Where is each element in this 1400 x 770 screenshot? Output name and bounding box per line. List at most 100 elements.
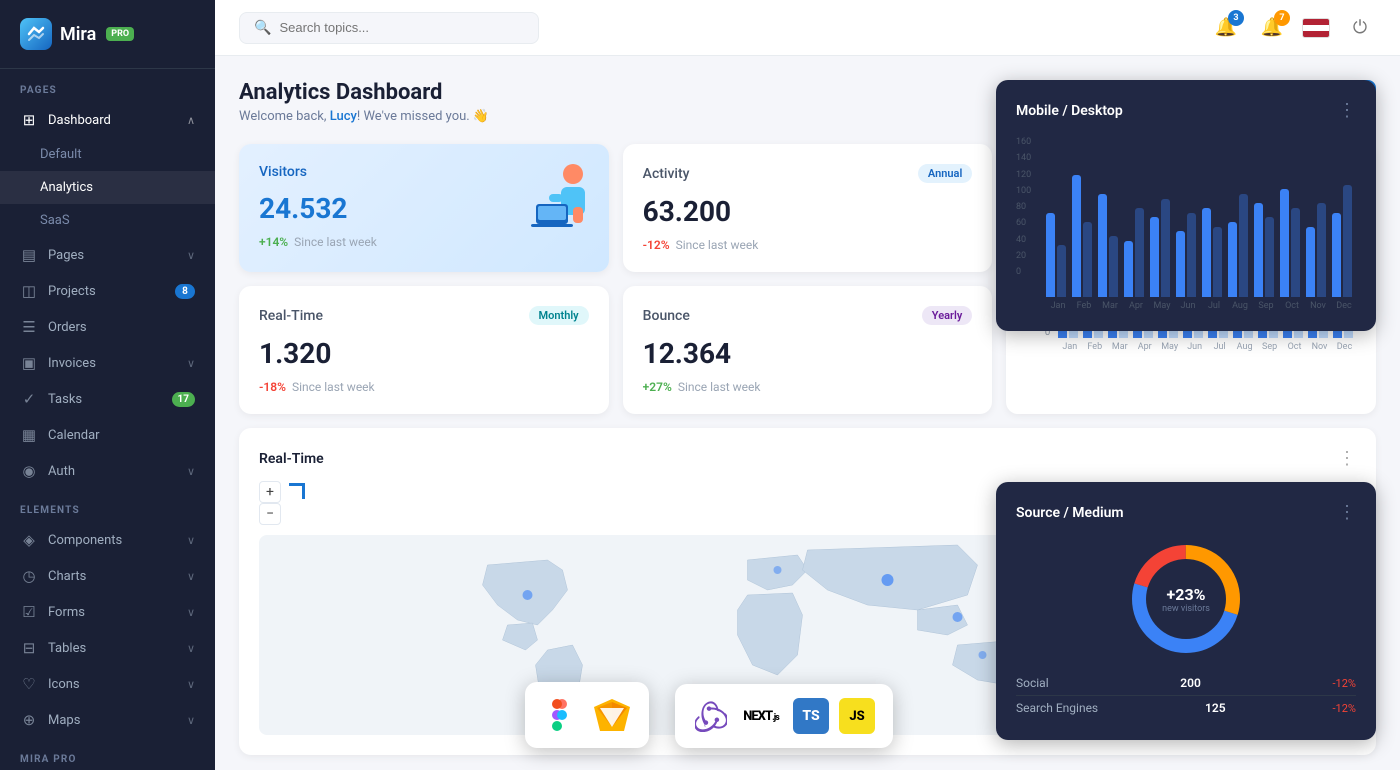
- sidebar-item-dashboard[interactable]: ⊞ Dashboard ∧: [0, 102, 215, 138]
- sidebar-label-icons: Icons: [48, 677, 80, 692]
- x-label-2: Mar: [1108, 342, 1131, 352]
- nextjs-logo: NEXT.js: [739, 705, 783, 727]
- sidebar-label-components: Components: [48, 533, 122, 548]
- sidebar-item-components[interactable]: ◈ Components ∨: [0, 522, 215, 558]
- visitors-card: Visitors 24.532: [239, 144, 609, 272]
- search-box[interactable]: 🔍: [239, 12, 539, 44]
- map-flag-indicator: [289, 483, 305, 499]
- tables-icon: ⊟: [20, 639, 38, 657]
- sidebar-label-auth: Auth: [48, 464, 75, 479]
- sidebar-item-tasks[interactable]: ✓ Tasks 17: [0, 381, 215, 417]
- map-zoom-out[interactable]: −: [259, 503, 281, 525]
- components-icon: ◈: [20, 531, 38, 549]
- projects-badge: 8: [175, 284, 195, 299]
- map-title: Real-Time: [259, 451, 324, 467]
- dark-bar-dark-6: [1202, 208, 1211, 297]
- dark-bar-dark-2: [1098, 194, 1107, 297]
- dark-bar-dark-5: [1176, 231, 1185, 297]
- dark-x-labels: JanFebMarAprMayJunJulAugSepOctNovDec: [1016, 301, 1356, 311]
- sidebar-item-tables[interactable]: ⊟ Tables ∨: [0, 630, 215, 666]
- chevron-charts-icon: ∨: [187, 570, 195, 583]
- javascript-logo: JS: [839, 698, 875, 734]
- dark-bar-group-9: [1280, 189, 1304, 297]
- page-title: Analytics Dashboard: [239, 80, 489, 105]
- icons-icon: ♡: [20, 675, 38, 693]
- source-more-icon[interactable]: ⋮: [1338, 502, 1356, 523]
- chevron-auth-icon: ∨: [187, 465, 195, 478]
- dark-bar-group-4: [1150, 199, 1174, 297]
- search-input[interactable]: [279, 20, 524, 35]
- sidebar-item-calendar[interactable]: ▦ Calendar: [0, 417, 215, 453]
- sidebar-label-projects: Projects: [48, 284, 96, 299]
- sidebar-item-default[interactable]: Default: [0, 138, 215, 171]
- sidebar-label-orders: Orders: [48, 320, 87, 335]
- notifications-button[interactable]: 🔔 3: [1210, 12, 1242, 44]
- sidebar-item-invoices[interactable]: ▣ Invoices ∨: [0, 345, 215, 381]
- visitors-title: Visitors: [259, 164, 307, 180]
- maps-icon: ⊕: [20, 711, 38, 729]
- map-more-icon[interactable]: ⋮: [1338, 448, 1356, 469]
- sidebar-item-analytics[interactable]: Analytics: [0, 171, 215, 204]
- dark-bar-group-11: [1332, 185, 1356, 298]
- sidebar-item-charts[interactable]: ◷ Charts ∨: [0, 558, 215, 594]
- typescript-logo: TS: [793, 698, 829, 734]
- dark-y-axis: 160 140 120 100 80 60 40 20 0: [1016, 137, 1031, 277]
- dark-bar-light-1: [1083, 222, 1092, 297]
- dark-bar-light-9: [1291, 208, 1300, 297]
- dark-bar-light-2: [1109, 236, 1118, 297]
- chevron-forms-icon: ∨: [187, 606, 195, 619]
- redux-logo: [693, 698, 729, 734]
- page-subtitle: Welcome back, Lucy! We've missed you. 👋: [239, 109, 489, 124]
- sidebar-logo[interactable]: Mira PRO: [0, 0, 215, 69]
- dark-x-label-2: Mar: [1098, 301, 1122, 311]
- dark-bar-group-10: [1306, 203, 1330, 297]
- dark-bar-chart: 160 140 120 100 80 60 40 20 0: [1016, 137, 1356, 297]
- dark-chart-more-icon[interactable]: ⋮: [1338, 100, 1356, 121]
- chevron-pages-icon: ∨: [187, 249, 195, 262]
- x-label-11: Dec: [1333, 342, 1356, 352]
- sidebar-item-icons[interactable]: ♡ Icons ∨: [0, 666, 215, 702]
- notif-badge-2: 7: [1274, 10, 1290, 26]
- source-social-name: Social: [1016, 676, 1049, 690]
- dark-bar-group-1: [1072, 175, 1096, 297]
- sidebar-item-orders[interactable]: ☰ Orders: [0, 309, 215, 345]
- language-flag[interactable]: [1302, 18, 1330, 38]
- sidebar-label-maps: Maps: [48, 713, 80, 728]
- bounce-value: 12.364: [643, 337, 973, 370]
- x-label-0: Jan: [1058, 342, 1081, 352]
- sidebar-label-forms: Forms: [48, 605, 85, 620]
- dark-bar-light-7: [1239, 194, 1248, 297]
- search-icon: 🔍: [254, 20, 271, 36]
- dark-bar-group-2: [1098, 194, 1122, 297]
- dark-x-label-6: Jul: [1202, 301, 1226, 311]
- sidebar: Mira PRO PAGES ⊞ Dashboard ∧ Default Ana…: [0, 0, 215, 770]
- x-axis-labels: JanFebMarAprMayJunJulAugSepOctNovDec: [1058, 342, 1356, 352]
- power-button[interactable]: ⏻: [1344, 12, 1376, 44]
- sidebar-item-saas[interactable]: SaaS: [0, 204, 215, 237]
- tasks-badge: 17: [172, 392, 195, 407]
- sidebar-sub-label-analytics: Analytics: [40, 180, 93, 195]
- sidebar-label-invoices: Invoices: [48, 356, 96, 371]
- alerts-button[interactable]: 🔔 7: [1256, 12, 1288, 44]
- map-zoom-in[interactable]: +: [259, 481, 281, 503]
- activity-title: Activity: [643, 166, 690, 182]
- sidebar-label-pages: Pages: [48, 248, 84, 263]
- sidebar-item-maps[interactable]: ⊕ Maps ∨: [0, 702, 215, 738]
- sidebar-item-projects[interactable]: ◫ Projects 8: [0, 273, 215, 309]
- x-label-5: Jun: [1183, 342, 1206, 352]
- sidebar-item-pages[interactable]: ▤ Pages ∨: [0, 237, 215, 273]
- dark-bar-dark-1: [1072, 175, 1081, 297]
- logo-icon: [20, 18, 52, 50]
- dark-x-label-10: Nov: [1306, 301, 1330, 311]
- figma-logo: [543, 696, 581, 734]
- dark-bar-group-5: [1176, 213, 1200, 297]
- sidebar-item-auth[interactable]: ◉ Auth ∨: [0, 453, 215, 489]
- sidebar-item-forms[interactable]: ☑ Forms ∨: [0, 594, 215, 630]
- sidebar-item-label: Dashboard: [48, 113, 111, 128]
- source-social-value: 200: [1180, 676, 1201, 690]
- x-label-8: Sep: [1258, 342, 1281, 352]
- sidebar-label-tasks: Tasks: [48, 392, 82, 407]
- dark-bar-light-10: [1317, 203, 1326, 297]
- dark-bar-light-6: [1213, 227, 1222, 297]
- bounce-card: Bounce Yearly 12.364 +27% Since last wee…: [623, 286, 993, 414]
